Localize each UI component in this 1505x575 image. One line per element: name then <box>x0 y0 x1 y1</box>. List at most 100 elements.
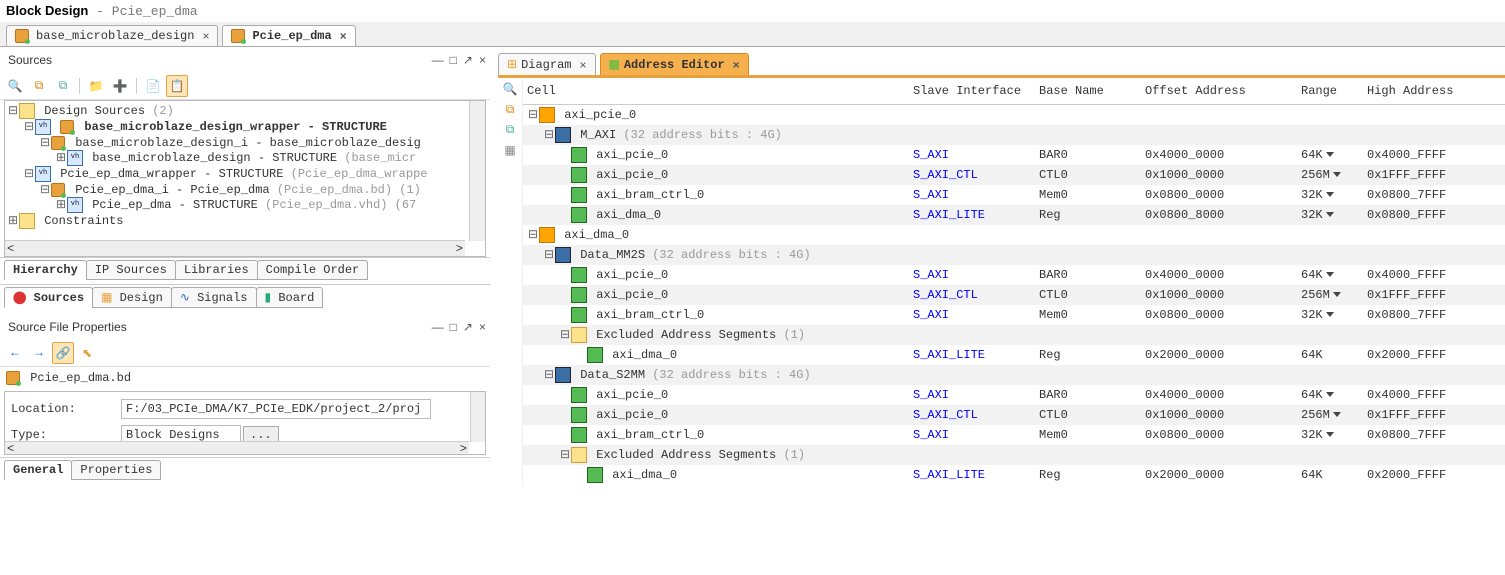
expand-all-icon[interactable]: ⧉ <box>506 103 515 117</box>
collapse-icon[interactable]: ⊟ <box>7 103 19 118</box>
tab-base-microblaze[interactable]: base_microblaze_design × <box>6 25 218 46</box>
collapse-icon[interactable]: ⊟ <box>559 327 571 342</box>
add-sources-icon[interactable]: 📁 <box>85 75 107 97</box>
address-row[interactable]: ⊟ Excluded Address Segments (1) <box>523 325 1505 345</box>
dropdown-icon[interactable] <box>1333 172 1341 177</box>
tree-node-constraints[interactable]: ⊞ Constraints <box>7 213 483 229</box>
range[interactable]: 64K <box>1301 268 1361 282</box>
col-slave-iface[interactable]: Slave Interface <box>913 84 1033 98</box>
sources-tree[interactable]: ⊟ Design Sources (2) ⊟vh base_microblaze… <box>4 100 486 257</box>
collapse-all-icon[interactable]: ⧉ <box>28 75 50 97</box>
tree-node-pcie-wrapper[interactable]: ⊟vh Pcie_ep_dma_wrapper - STRUCTURE (Pci… <box>7 166 483 182</box>
link-icon[interactable]: 🔗 <box>52 342 74 364</box>
collapse-all-icon[interactable]: ⧉ <box>506 123 515 137</box>
tab-sources[interactable]: ⬤ Sources <box>4 287 93 308</box>
offset-address[interactable]: 0x0800_0000 <box>1145 428 1295 442</box>
collapse-icon[interactable]: ⊟ <box>559 447 571 462</box>
tree-node-base-struct[interactable]: ⊞vh base_microblaze_design - STRUCTURE (… <box>7 150 483 166</box>
add-create-icon[interactable]: ➕ <box>109 75 131 97</box>
range[interactable]: 32K <box>1301 208 1361 222</box>
tab-ip-sources[interactable]: IP Sources <box>86 260 176 280</box>
tab-compile-order[interactable]: Compile Order <box>257 260 369 280</box>
close-icon[interactable]: × <box>479 320 486 334</box>
back-icon[interactable]: ← <box>4 342 26 364</box>
address-row[interactable]: ⊟ Data_MM2S (32 address bits : 4G) <box>523 245 1505 265</box>
address-row[interactable]: axi_bram_ctrl_0S_AXIMem00x0800_000032K0x… <box>523 305 1505 325</box>
offset-address[interactable]: 0x0800_0000 <box>1145 308 1295 322</box>
address-row[interactable]: axi_dma_0S_AXI_LITEReg0x2000_000064K0x20… <box>523 465 1505 485</box>
range[interactable]: 32K <box>1301 188 1361 202</box>
forward-icon[interactable]: → <box>28 342 50 364</box>
offset-address[interactable]: 0x1000_0000 <box>1145 168 1295 182</box>
dropdown-icon[interactable] <box>1326 432 1334 437</box>
v-scrollbar[interactable] <box>469 101 485 241</box>
offset-address[interactable]: 0x1000_0000 <box>1145 288 1295 302</box>
offset-address[interactable]: 0x4000_0000 <box>1145 148 1295 162</box>
offset-address[interactable]: 0x0800_8000 <box>1145 208 1295 222</box>
offset-address[interactable]: 0x2000_0000 <box>1145 348 1295 362</box>
close-icon[interactable]: × <box>202 29 209 43</box>
popout-icon[interactable]: ↗ <box>463 320 473 334</box>
tab-properties[interactable]: Properties <box>71 460 161 480</box>
h-scrollbar[interactable]: <> <box>5 441 469 454</box>
tree-node-base-wrapper[interactable]: ⊟vh base_microblaze_design_wrapper - STR… <box>7 119 483 135</box>
h-scrollbar[interactable]: <> <box>5 240 465 256</box>
expand-all-icon[interactable]: ⧉ <box>52 75 74 97</box>
v-scrollbar[interactable] <box>470 392 485 442</box>
address-row[interactable]: ⊟ Data_S2MM (32 address bits : 4G) <box>523 365 1505 385</box>
address-row[interactable]: axi_bram_ctrl_0S_AXIMem00x0800_000032K0x… <box>523 425 1505 445</box>
dropdown-icon[interactable] <box>1326 392 1334 397</box>
dropdown-icon[interactable] <box>1326 152 1334 157</box>
range[interactable]: 64K <box>1301 388 1361 402</box>
search-icon[interactable]: 🔍 <box>503 82 518 97</box>
collapse-icon[interactable]: ⊟ <box>543 247 555 262</box>
minimize-icon[interactable]: — <box>432 53 444 67</box>
dropdown-icon[interactable] <box>1326 192 1334 197</box>
tree-node-pcie-struct[interactable]: ⊞vh Pcie_ep_dma - STRUCTURE (Pcie_ep_dma… <box>7 197 483 213</box>
range[interactable]: 256M <box>1301 168 1361 182</box>
location-value[interactable]: F:/03_PCIe_DMA/K7_PCIe_EDK/project_2/pro… <box>121 399 431 419</box>
tree-node-pcie-i[interactable]: ⊟ Pcie_ep_dma_i - Pcie_ep_dma (Pcie_ep_d… <box>7 182 483 197</box>
address-row[interactable]: axi_dma_0S_AXI_LITEReg0x2000_000064K0x20… <box>523 345 1505 365</box>
col-offset[interactable]: Offset Address <box>1145 84 1295 98</box>
collapse-icon[interactable]: ⊟ <box>39 182 51 197</box>
maximize-icon[interactable]: □ <box>450 53 457 67</box>
dropdown-icon[interactable] <box>1326 272 1334 277</box>
popout-icon[interactable]: ↗ <box>463 53 473 67</box>
expand-icon[interactable]: ⊞ <box>55 197 67 212</box>
offset-address[interactable]: 0x2000_0000 <box>1145 468 1295 482</box>
search-icon[interactable]: 🔍 <box>4 75 26 97</box>
tab-board[interactable]: ▮ Board <box>256 287 324 308</box>
address-row[interactable]: axi_pcie_0S_AXIBAR00x4000_000064K0x4000_… <box>523 265 1505 285</box>
range[interactable]: 32K <box>1301 428 1361 442</box>
tree-node-base-i[interactable]: ⊟ base_microblaze_design_i - base_microb… <box>7 135 483 150</box>
offset-address[interactable]: 0x4000_0000 <box>1145 388 1295 402</box>
tree-node-design-sources[interactable]: ⊟ Design Sources (2) <box>7 103 483 119</box>
offset-address[interactable]: 0x0800_0000 <box>1145 188 1295 202</box>
minimize-icon[interactable]: — <box>432 320 444 334</box>
dropdown-icon[interactable] <box>1326 312 1334 317</box>
expand-icon[interactable]: ⊞ <box>55 150 67 165</box>
col-cell[interactable]: Cell <box>527 84 907 98</box>
select-icon[interactable]: ⬉ <box>76 342 98 364</box>
address-row[interactable]: ⊟ Excluded Address Segments (1) <box>523 445 1505 465</box>
auto-assign-icon[interactable]: ▦ <box>504 143 515 158</box>
tab-design[interactable]: ▦ Design <box>92 287 172 308</box>
offset-address[interactable]: 0x4000_0000 <box>1145 268 1295 282</box>
show-disabled-icon[interactable]: 📋 <box>166 75 188 97</box>
col-range[interactable]: Range <box>1301 84 1361 98</box>
range[interactable]: 256M <box>1301 288 1361 302</box>
collapse-icon[interactable]: ⊟ <box>543 127 555 142</box>
expand-icon[interactable]: ⊞ <box>7 213 19 228</box>
address-row[interactable]: axi_pcie_0S_AXI_CTLCTL00x1000_0000256M0x… <box>523 165 1505 185</box>
tab-signals[interactable]: ∿ Signals <box>171 287 257 308</box>
maximize-icon[interactable]: □ <box>450 320 457 334</box>
address-row[interactable]: ⊟ axi_dma_0 <box>523 225 1505 245</box>
dropdown-icon[interactable] <box>1326 212 1334 217</box>
range[interactable]: 256M <box>1301 408 1361 422</box>
address-row[interactable]: axi_pcie_0S_AXIBAR00x4000_000064K0x4000_… <box>523 385 1505 405</box>
tab-libraries[interactable]: Libraries <box>175 260 258 280</box>
tab-general[interactable]: General <box>4 460 72 480</box>
collapse-icon[interactable]: ⊟ <box>543 367 555 382</box>
range[interactable]: 32K <box>1301 308 1361 322</box>
